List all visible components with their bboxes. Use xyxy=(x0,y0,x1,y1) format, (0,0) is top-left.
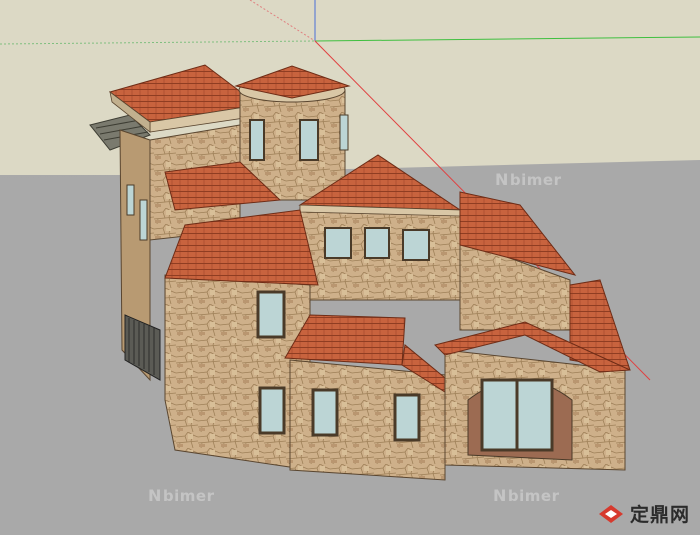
model-scene[interactable] xyxy=(0,0,700,535)
sky-backdrop xyxy=(0,0,700,175)
diamond-logo-icon xyxy=(598,504,623,523)
watermark: Nbimer xyxy=(148,486,215,505)
watermark: Nbimer xyxy=(493,486,560,505)
brand-logo: 定鼎网 xyxy=(598,500,690,527)
watermark: Nbimer xyxy=(495,170,562,189)
sketchup-viewport[interactable]: Nbimer Nbimer Nbimer 定鼎网 xyxy=(0,0,700,535)
brand-text: 定鼎网 xyxy=(629,504,690,526)
